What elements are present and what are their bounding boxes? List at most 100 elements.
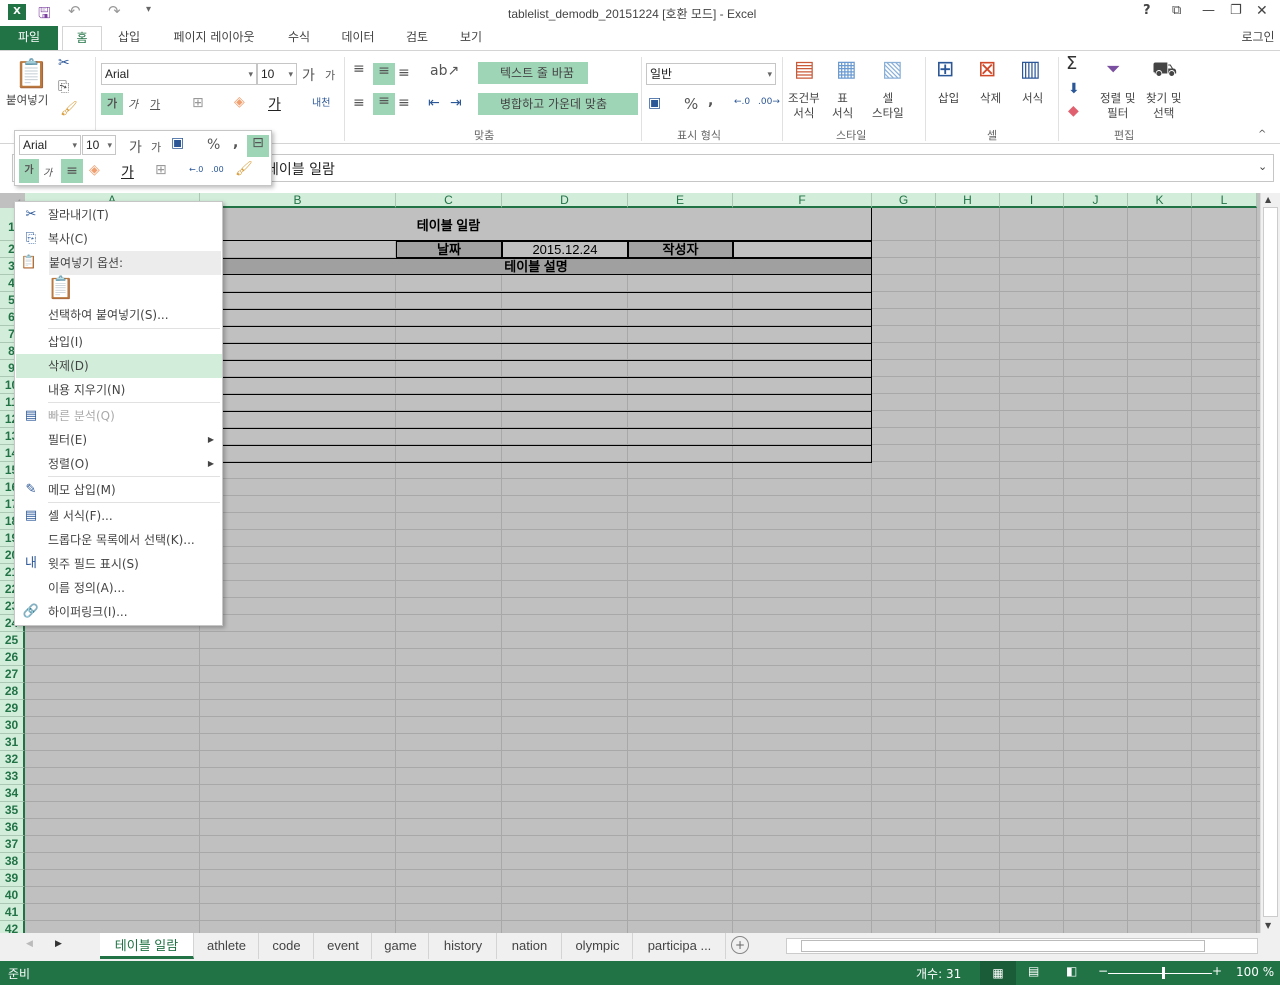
menu-item[interactable]: ✎ 메모 삽입(M) — [16, 478, 222, 502]
restore-button[interactable]: ❐ — [1230, 3, 1242, 18]
format-painter-icon[interactable]: 🖌 — [60, 101, 78, 117]
menu-item[interactable]: 선택하여 붙여넣기(S)... — [16, 303, 222, 327]
italic-icon[interactable]: 가 — [128, 96, 138, 112]
tab-review[interactable]: 검토 — [398, 26, 436, 50]
column-header[interactable]: L — [1192, 193, 1257, 208]
minimize-button[interactable]: — — [1202, 3, 1215, 18]
row-header[interactable]: 40 — [0, 887, 25, 904]
row-header[interactable]: 30 — [0, 717, 25, 734]
column-header[interactable]: J — [1064, 193, 1128, 208]
row-header[interactable]: 42 — [0, 921, 25, 933]
sheet-tab[interactable]: participa ... — [634, 933, 726, 959]
grow-font-icon[interactable]: 가 — [302, 65, 315, 85]
tab-insert[interactable]: 삽입 — [110, 26, 148, 50]
mini-fill-color-icon[interactable]: ◈ — [89, 162, 100, 178]
tab-view[interactable]: 보기 — [452, 26, 490, 50]
mini-font-combo[interactable]: Arial — [19, 135, 81, 155]
column-header[interactable]: D — [502, 193, 628, 208]
mini-bold-icon[interactable]: 가 — [19, 159, 39, 183]
insert-cells-icon[interactable]: ⊞ — [936, 57, 954, 82]
tab-page-layout[interactable]: 페이지 레이아웃 — [162, 26, 266, 50]
scroll-down-icon[interactable]: ▼ — [1265, 921, 1271, 930]
delete-cells-button[interactable]: 삭제 — [980, 91, 1001, 106]
page-layout-view-icon[interactable]: ▤ — [1028, 964, 1039, 978]
scroll-up-icon[interactable]: ▲ — [1265, 195, 1271, 204]
phonetic-icon[interactable]: 내천 — [312, 94, 330, 109]
undo-icon[interactable]: ↶ — [68, 2, 81, 20]
decrease-indent-icon[interactable]: ⇤ — [428, 95, 440, 111]
redo-icon[interactable]: ↷ — [108, 2, 121, 20]
sort-filter-icon[interactable]: ⏷ — [1106, 59, 1120, 80]
align-middle-icon[interactable]: ≡ — [373, 63, 395, 85]
menu-item[interactable]: ▤ 빠른 분석(Q) — [16, 404, 222, 428]
percent-icon[interactable]: % — [684, 95, 698, 113]
format-as-table-icon[interactable]: ▦ — [836, 57, 857, 82]
cell[interactable]: 2015.12.24 — [502, 241, 628, 258]
paste-button[interactable]: 붙여넣기 — [6, 93, 48, 108]
description-row[interactable] — [200, 292, 872, 310]
vertical-scrollbar[interactable]: ▲ ▼ — [1260, 193, 1280, 933]
delete-cells-icon[interactable]: ⊠ — [978, 57, 996, 82]
tab-file[interactable]: 파일 — [0, 26, 58, 50]
zoom-slider[interactable] — [1108, 973, 1212, 974]
sheet-tab[interactable]: code — [260, 933, 314, 959]
cell-styles-icon[interactable]: ▧ — [882, 57, 903, 82]
mini-merge-center-icon[interactable]: ⊟ — [247, 135, 269, 157]
column-header[interactable]: K — [1128, 193, 1192, 208]
column-header[interactable]: C — [396, 193, 502, 208]
menu-item[interactable]: 정렬(O) ▶ — [16, 452, 222, 476]
row-header[interactable]: 26 — [0, 649, 25, 666]
increase-decimal-icon[interactable]: ←.0 — [734, 97, 750, 107]
column-header[interactable]: H — [936, 193, 1000, 208]
increase-indent-icon[interactable]: ⇥ — [450, 95, 462, 111]
close-button[interactable]: ✕ — [1256, 3, 1268, 19]
shrink-font-icon[interactable]: 가 — [325, 67, 335, 83]
format-cells-icon[interactable]: ▥ — [1020, 57, 1041, 82]
find-select-icon[interactable]: ⛟ — [1152, 57, 1177, 84]
page-break-view-icon[interactable]: ◧ — [1066, 964, 1077, 978]
menu-item[interactable]: 🔗 하이퍼링크(I)... — [16, 600, 222, 624]
row-header[interactable]: 34 — [0, 785, 25, 802]
row-header[interactable]: 32 — [0, 751, 25, 768]
row-header[interactable]: 41 — [0, 904, 25, 921]
expand-formula-icon[interactable]: ⌄ — [1258, 160, 1267, 173]
horizontal-scrollbar[interactable] — [786, 938, 1258, 954]
collapse-ribbon-icon[interactable]: ^ — [1258, 129, 1266, 140]
menu-item[interactable]: 내용 지우기(N) — [16, 378, 222, 402]
mini-decrease-decimal-icon[interactable]: .00 — [211, 165, 224, 174]
find-select-button[interactable]: 찾기 및 선택 — [1146, 91, 1181, 121]
mini-increase-decimal-icon[interactable]: ←.0 — [189, 165, 203, 174]
underline-icon[interactable]: 가 — [150, 96, 160, 112]
mini-format-painter-icon[interactable]: 🖌 — [235, 161, 253, 177]
description-row[interactable] — [200, 411, 872, 429]
menu-item[interactable]: ✂ 잘라내기(T) — [16, 203, 222, 227]
sheet-tab[interactable]: 테이블 일람 — [100, 933, 194, 959]
mini-percent-icon[interactable]: % — [207, 137, 220, 153]
mini-size-combo[interactable]: 10 — [82, 135, 116, 155]
mini-center-icon[interactable]: ≡ — [61, 159, 83, 183]
scroll-thumb[interactable] — [1263, 207, 1278, 917]
decrease-decimal-icon[interactable]: .00→ — [758, 97, 780, 107]
copy-icon[interactable]: ⎘ — [58, 79, 69, 95]
mini-grow-font-icon[interactable]: 가 — [129, 137, 142, 157]
zoom-in-icon[interactable]: + — [1212, 964, 1222, 978]
description-row[interactable] — [200, 326, 872, 344]
cell[interactable] — [733, 241, 872, 258]
zoom-slider-thumb[interactable] — [1162, 967, 1165, 979]
fill-color-icon[interactable]: ◈ — [234, 94, 245, 110]
normal-view-icon[interactable]: ▦ — [980, 961, 1016, 985]
next-sheet-icon[interactable]: ▶ — [55, 939, 62, 949]
cell-styles-button[interactable]: 셀 스타일 — [872, 91, 904, 121]
number-format-combo[interactable]: 일반 — [646, 63, 776, 85]
tab-home[interactable]: 홈 — [62, 26, 102, 51]
menu-item[interactable]: 이름 정의(A)... — [16, 576, 222, 600]
description-row[interactable] — [200, 343, 872, 361]
ribbon-display-button[interactable]: ⧉ — [1172, 3, 1181, 18]
description-row[interactable] — [200, 445, 872, 463]
paste-icon[interactable]: 📋 — [14, 57, 49, 93]
menu-item[interactable]: 삽입(I) — [16, 330, 222, 354]
menu-item[interactable]: ⎘ 복사(C) — [16, 227, 222, 251]
new-sheet-button[interactable]: + — [731, 936, 749, 954]
autosum-icon[interactable]: Σ — [1066, 53, 1077, 74]
font-size-combo[interactable]: 10 — [257, 63, 297, 85]
